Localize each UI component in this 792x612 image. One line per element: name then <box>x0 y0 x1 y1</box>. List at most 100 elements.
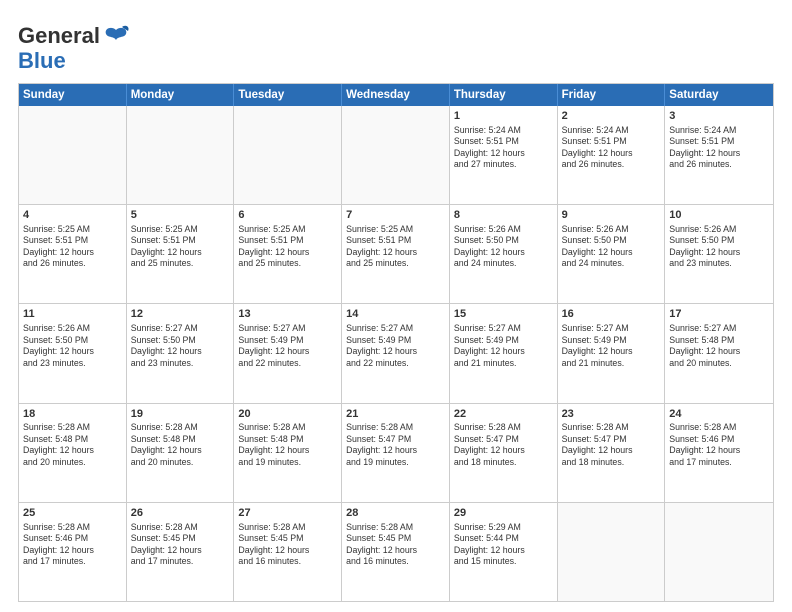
cal-cell: 23Sunrise: 5:28 AM Sunset: 5:47 PM Dayli… <box>558 404 666 502</box>
day-info: Sunrise: 5:26 AM Sunset: 5:50 PM Dayligh… <box>23 323 122 369</box>
cal-cell: 18Sunrise: 5:28 AM Sunset: 5:48 PM Dayli… <box>19 404 127 502</box>
cal-cell: 10Sunrise: 5:26 AM Sunset: 5:50 PM Dayli… <box>665 205 773 303</box>
day-number: 27 <box>238 506 337 521</box>
day-info: Sunrise: 5:25 AM Sunset: 5:51 PM Dayligh… <box>23 224 122 270</box>
day-number: 20 <box>238 407 337 422</box>
cal-cell <box>665 503 773 601</box>
cal-cell: 12Sunrise: 5:27 AM Sunset: 5:50 PM Dayli… <box>127 304 235 402</box>
day-info: Sunrise: 5:25 AM Sunset: 5:51 PM Dayligh… <box>131 224 230 270</box>
cal-cell: 19Sunrise: 5:28 AM Sunset: 5:48 PM Dayli… <box>127 404 235 502</box>
day-number: 12 <box>131 307 230 322</box>
cal-cell <box>342 106 450 204</box>
day-number: 29 <box>454 506 553 521</box>
day-info: Sunrise: 5:28 AM Sunset: 5:47 PM Dayligh… <box>346 422 445 468</box>
week-row-3: 11Sunrise: 5:26 AM Sunset: 5:50 PM Dayli… <box>19 304 773 403</box>
day-info: Sunrise: 5:24 AM Sunset: 5:51 PM Dayligh… <box>562 125 661 171</box>
day-number: 16 <box>562 307 661 322</box>
cal-cell: 15Sunrise: 5:27 AM Sunset: 5:49 PM Dayli… <box>450 304 558 402</box>
header-day-sunday: Sunday <box>19 84 127 106</box>
day-number: 10 <box>669 208 769 223</box>
day-info: Sunrise: 5:24 AM Sunset: 5:51 PM Dayligh… <box>669 125 769 171</box>
day-number: 5 <box>131 208 230 223</box>
header-day-monday: Monday <box>127 84 235 106</box>
cal-cell: 24Sunrise: 5:28 AM Sunset: 5:46 PM Dayli… <box>665 404 773 502</box>
day-number: 26 <box>131 506 230 521</box>
cal-cell: 28Sunrise: 5:28 AM Sunset: 5:45 PM Dayli… <box>342 503 450 601</box>
day-number: 3 <box>669 109 769 124</box>
day-number: 25 <box>23 506 122 521</box>
day-info: Sunrise: 5:27 AM Sunset: 5:49 PM Dayligh… <box>454 323 553 369</box>
header-day-thursday: Thursday <box>450 84 558 106</box>
cal-cell: 3Sunrise: 5:24 AM Sunset: 5:51 PM Daylig… <box>665 106 773 204</box>
day-info: Sunrise: 5:28 AM Sunset: 5:45 PM Dayligh… <box>131 522 230 568</box>
day-number: 4 <box>23 208 122 223</box>
week-row-1: 1 Sunrise: 5:24 AM Sunset: 5:51 PM Daylig… <box>19 106 773 205</box>
cal-cell: 9Sunrise: 5:26 AM Sunset: 5:50 PM Daylig… <box>558 205 666 303</box>
day-number: 2 <box>562 109 661 124</box>
page: General Blue SundayMondayTuesdayWednesda… <box>0 0 792 612</box>
logo: General Blue <box>18 22 130 73</box>
day-number: 19 <box>131 407 230 422</box>
calendar: SundayMondayTuesdayWednesdayThursdayFrid… <box>18 83 774 602</box>
cal-cell <box>234 106 342 204</box>
cal-cell: 5Sunrise: 5:25 AM Sunset: 5:51 PM Daylig… <box>127 205 235 303</box>
cal-cell: 13Sunrise: 5:27 AM Sunset: 5:49 PM Dayli… <box>234 304 342 402</box>
day-info: Sunrise: 5:28 AM Sunset: 5:45 PM Dayligh… <box>238 522 337 568</box>
logo-general: General <box>18 25 100 47</box>
day-info: Sunrise: 5:28 AM Sunset: 5:45 PM Dayligh… <box>346 522 445 568</box>
day-info: Sunrise: 5:29 AM Sunset: 5:44 PM Dayligh… <box>454 522 553 568</box>
day-info: Sunrise: 5:27 AM Sunset: 5:50 PM Dayligh… <box>131 323 230 369</box>
day-info: Sunrise: 5:25 AM Sunset: 5:51 PM Dayligh… <box>238 224 337 270</box>
cal-cell: 6Sunrise: 5:25 AM Sunset: 5:51 PM Daylig… <box>234 205 342 303</box>
day-number: 8 <box>454 208 553 223</box>
day-info: Sunrise: 5:27 AM Sunset: 5:49 PM Dayligh… <box>562 323 661 369</box>
cal-cell: 17Sunrise: 5:27 AM Sunset: 5:48 PM Dayli… <box>665 304 773 402</box>
day-number: 7 <box>346 208 445 223</box>
day-number: 17 <box>669 307 769 322</box>
day-info: Sunrise: 5:26 AM Sunset: 5:50 PM Dayligh… <box>669 224 769 270</box>
cal-cell: 21Sunrise: 5:28 AM Sunset: 5:47 PM Dayli… <box>342 404 450 502</box>
calendar-header: SundayMondayTuesdayWednesdayThursdayFrid… <box>19 84 773 106</box>
header: General Blue <box>18 18 774 73</box>
day-info: Sunrise: 5:28 AM Sunset: 5:46 PM Dayligh… <box>669 422 769 468</box>
day-number: 6 <box>238 208 337 223</box>
day-info: Sunrise: 5:25 AM Sunset: 5:51 PM Dayligh… <box>346 224 445 270</box>
cal-cell: 20Sunrise: 5:28 AM Sunset: 5:48 PM Dayli… <box>234 404 342 502</box>
day-info: Sunrise: 5:28 AM Sunset: 5:48 PM Dayligh… <box>238 422 337 468</box>
day-number: 15 <box>454 307 553 322</box>
day-number: 1 <box>454 109 553 124</box>
day-info: Sunrise: 5:26 AM Sunset: 5:50 PM Dayligh… <box>454 224 553 270</box>
cal-cell: 4Sunrise: 5:25 AM Sunset: 5:51 PM Daylig… <box>19 205 127 303</box>
cal-cell: 16Sunrise: 5:27 AM Sunset: 5:49 PM Dayli… <box>558 304 666 402</box>
day-info: Sunrise: 5:28 AM Sunset: 5:47 PM Dayligh… <box>562 422 661 468</box>
day-number: 13 <box>238 307 337 322</box>
day-number: 21 <box>346 407 445 422</box>
logo-blue: Blue <box>18 48 66 73</box>
cal-cell: 2Sunrise: 5:24 AM Sunset: 5:51 PM Daylig… <box>558 106 666 204</box>
logo-bird-icon <box>102 22 130 50</box>
week-row-4: 18Sunrise: 5:28 AM Sunset: 5:48 PM Dayli… <box>19 404 773 503</box>
day-info: Sunrise: 5:27 AM Sunset: 5:49 PM Dayligh… <box>346 323 445 369</box>
cal-cell: 14Sunrise: 5:27 AM Sunset: 5:49 PM Dayli… <box>342 304 450 402</box>
cal-cell: 22Sunrise: 5:28 AM Sunset: 5:47 PM Dayli… <box>450 404 558 502</box>
day-info: Sunrise: 5:26 AM Sunset: 5:50 PM Dayligh… <box>562 224 661 270</box>
calendar-body: 1 Sunrise: 5:24 AM Sunset: 5:51 PM Daylig… <box>19 106 773 601</box>
day-number: 11 <box>23 307 122 322</box>
day-info: Sunrise: 5:28 AM Sunset: 5:48 PM Dayligh… <box>23 422 122 468</box>
cal-cell: 1Sunrise: 5:24 AM Sunset: 5:51 PM Daylig… <box>450 106 558 204</box>
day-info: Sunrise: 5:28 AM Sunset: 5:47 PM Dayligh… <box>454 422 553 468</box>
week-row-5: 25Sunrise: 5:28 AM Sunset: 5:46 PM Dayli… <box>19 503 773 601</box>
day-number: 9 <box>562 208 661 223</box>
header-day-tuesday: Tuesday <box>234 84 342 106</box>
cal-cell <box>127 106 235 204</box>
cal-cell: 27Sunrise: 5:28 AM Sunset: 5:45 PM Dayli… <box>234 503 342 601</box>
cal-cell <box>558 503 666 601</box>
day-number: 14 <box>346 307 445 322</box>
cal-cell: 11Sunrise: 5:26 AM Sunset: 5:50 PM Dayli… <box>19 304 127 402</box>
day-number: 18 <box>23 407 122 422</box>
day-info: Sunrise: 5:27 AM Sunset: 5:48 PM Dayligh… <box>669 323 769 369</box>
day-number: 24 <box>669 407 769 422</box>
week-row-2: 4Sunrise: 5:25 AM Sunset: 5:51 PM Daylig… <box>19 205 773 304</box>
cal-cell: 29Sunrise: 5:29 AM Sunset: 5:44 PM Dayli… <box>450 503 558 601</box>
header-day-wednesday: Wednesday <box>342 84 450 106</box>
